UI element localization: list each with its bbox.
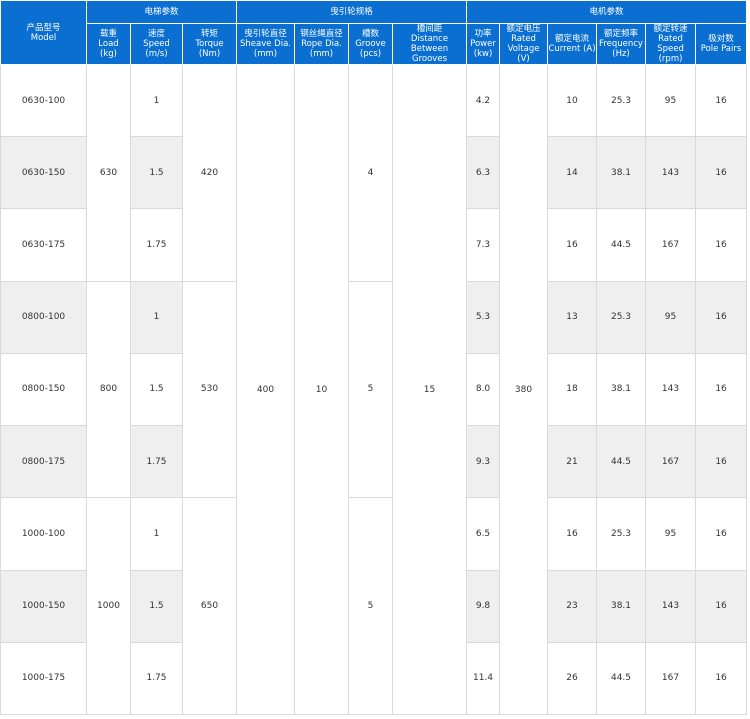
model-cell: 0630-100	[0, 63, 87, 138]
power-cell: 5.3	[466, 280, 501, 354]
groove-cell: 5	[348, 497, 393, 715]
load-cell: 1000	[86, 497, 131, 715]
rated-speed-cell: 95	[645, 63, 697, 138]
torque-cell: 650	[182, 497, 237, 715]
torque-cell: 420	[182, 64, 237, 282]
pole-pairs-cell: 16	[695, 497, 748, 571]
model-header: 产品型号 Model	[0, 0, 87, 65]
model-header-cn: 产品型号	[26, 22, 61, 33]
rated-speed-cell: 143	[645, 569, 697, 643]
power-cell: 6.5	[466, 497, 501, 571]
load-cell: 630	[86, 64, 131, 282]
torque-cell: 530	[182, 280, 237, 499]
voltage-header: 额定电压 Rated Voltage (V)	[499, 23, 549, 65]
groove-cell: 4	[348, 64, 393, 282]
pole-pairs-cell: 16	[695, 569, 748, 643]
elevator-params-header: 电梯参数	[86, 0, 237, 24]
current-cell: 10	[547, 63, 598, 138]
model-cell: 0800-175	[0, 425, 87, 499]
speed-cell: 1.5	[130, 569, 183, 643]
pole-pairs-cell: 16	[695, 63, 748, 138]
rope-dia-header: 钢丝绳直径 Rope Dia. (mm)	[294, 23, 349, 65]
current-cell: 14	[547, 136, 598, 210]
table-row: 0800-100 800 1 530 5 5.3 13 25.3 95 16	[0, 280, 748, 499]
distance-cell: 15	[391, 64, 468, 715]
rated-speed-cell: 143	[645, 136, 697, 210]
load-header: 载重 Load (kg)	[86, 23, 131, 65]
model-cell: 0800-100	[0, 280, 87, 354]
rope-dia-cell: 10	[294, 64, 349, 715]
model-cell: 0800-150	[0, 352, 87, 427]
power-cell: 8.0	[466, 352, 501, 427]
current-cell: 26	[547, 641, 598, 716]
pole-pairs-cell: 16	[695, 641, 748, 716]
model-cell: 1000-150	[0, 569, 87, 643]
load-cell: 800	[86, 280, 131, 499]
frequency-cell: 38.1	[596, 352, 647, 427]
table-row: 1000-100 1000 1 650 5 6.5 16 25.3 95 16	[0, 497, 748, 715]
rated-speed-cell: 95	[645, 280, 697, 354]
frequency-cell: 44.5	[596, 208, 647, 282]
speed-cell: 1.5	[130, 352, 183, 427]
power-cell: 4.2	[466, 63, 501, 138]
groove-header: 槽数 Groove (pcs)	[348, 23, 393, 65]
current-cell: 18	[547, 352, 598, 427]
frequency-cell: 25.3	[596, 63, 647, 138]
speed-cell: 1.75	[130, 208, 183, 282]
rated-speed-cell: 167	[645, 208, 697, 282]
pole-pairs-cell: 16	[695, 208, 748, 282]
current-cell: 16	[547, 208, 598, 282]
model-header-en: Model	[30, 32, 57, 43]
frequency-cell: 38.1	[596, 569, 647, 643]
current-cell: 13	[547, 280, 598, 354]
current-header: 额定电流 Current (A)	[547, 23, 598, 65]
model-cell: 1000-100	[0, 497, 87, 571]
current-cell: 23	[547, 569, 598, 643]
rated-speed-cell: 167	[645, 641, 697, 716]
current-cell: 16	[547, 497, 598, 571]
rated-speed-cell: 143	[645, 352, 697, 427]
speed-header: 速度 Speed (m/s)	[130, 23, 183, 65]
groove-cell: 5	[348, 280, 393, 499]
voltage-cell: 380	[499, 64, 549, 715]
sheave-dia-header: 曳引轮直径 Sheave Dia. (mm)	[236, 23, 295, 65]
frequency-cell: 44.5	[596, 425, 647, 499]
pole-pairs-cell: 16	[695, 352, 748, 427]
model-cell: 0630-150	[0, 136, 87, 210]
pole-pairs-cell: 16	[695, 136, 748, 210]
power-cell: 6.3	[466, 136, 501, 210]
speed-cell: 1.75	[130, 641, 183, 716]
distance-header: 槽间距 Distance Between Grooves	[391, 23, 468, 65]
frequency-cell: 44.5	[596, 641, 647, 716]
motor-params-header: 电机参数	[466, 0, 748, 24]
power-cell: 11.4	[466, 641, 501, 716]
rated-speed-cell: 167	[645, 425, 697, 499]
torque-header: 转矩 Torque (Nm)	[182, 23, 237, 65]
frequency-header: 额定频率 Frequency (Hz)	[596, 23, 647, 65]
sheave-dia-cell: 400	[236, 64, 295, 715]
speed-cell: 1.5	[130, 136, 183, 210]
rated-speed-cell: 95	[645, 497, 697, 571]
table-row: 0630-100 630 1 420 400 10 4 15 4.2 380 1…	[0, 63, 748, 715]
current-cell: 21	[547, 425, 598, 499]
speed-cell: 1	[130, 497, 183, 571]
frequency-cell: 38.1	[596, 136, 647, 210]
power-header: 功率 Power (kw)	[466, 23, 501, 65]
speed-cell: 1	[130, 63, 183, 138]
model-cell: 0630-175	[0, 208, 87, 282]
sheave-spec-header: 曳引轮规格	[235, 0, 468, 24]
pole-pairs-cell: 16	[695, 280, 748, 354]
frequency-cell: 25.3	[596, 280, 647, 354]
pole-pairs-header: 极对数 Pole Pairs	[695, 23, 748, 65]
power-cell: 9.3	[466, 425, 501, 499]
speed-cell: 1.75	[130, 425, 183, 499]
spec-table: 产品型号 Model 电梯参数 曳引轮规格 电机参数 载重 Load (kg) 速度…	[0, 0, 748, 716]
power-cell: 9.8	[466, 569, 501, 643]
model-cell: 1000-175	[0, 641, 87, 716]
speed-cell: 1	[130, 280, 183, 354]
rated-speed-header: 额定转速 Rated Speed (rpm)	[645, 23, 697, 65]
pole-pairs-cell: 16	[695, 425, 748, 499]
frequency-cell: 25.3	[596, 497, 647, 571]
power-cell: 7.3	[466, 208, 501, 282]
